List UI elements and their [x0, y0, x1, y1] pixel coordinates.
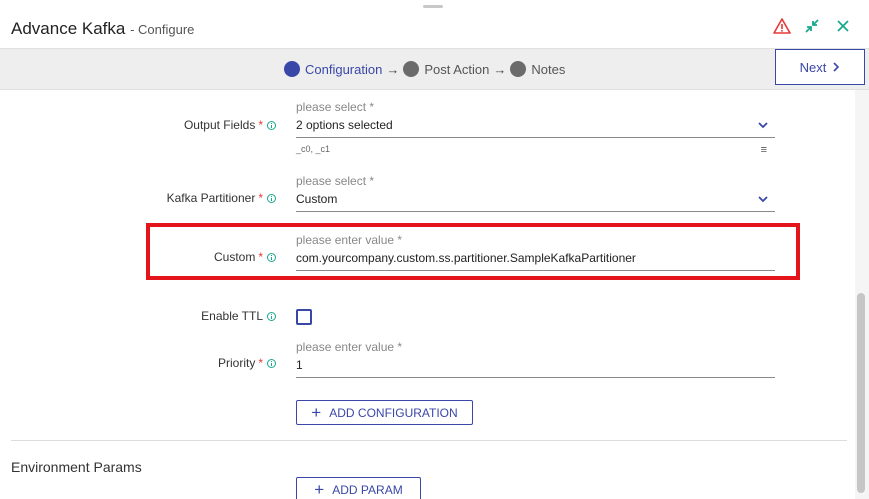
chevron-right-icon: [833, 62, 840, 72]
output-fields-label-text: Output Fields: [183, 118, 256, 132]
output-fields-hint: _c0, _c1: [296, 144, 331, 154]
next-label: Next: [799, 59, 827, 75]
priority-label: Priority *: [16, 356, 276, 370]
custom-label-text: Custom: [213, 250, 256, 264]
step-dot-notes: [510, 61, 527, 77]
title-text: Advance Kafka: [11, 19, 126, 38]
environment-params-title: Environment Params: [11, 459, 142, 475]
add-configuration-button[interactable]: + ADD CONFIGURATION: [296, 400, 473, 425]
output-fields-value-row[interactable]: 2 options selected: [296, 118, 775, 138]
priority-value[interactable]: 1: [296, 358, 775, 378]
step-arrow: →: [386, 61, 400, 77]
custom-placeholder: please enter value *: [296, 233, 403, 247]
add-param-label: ADD PARAM: [332, 482, 403, 497]
close-icon[interactable]: [834, 17, 852, 35]
plus-icon: +: [314, 479, 325, 499]
step-configuration[interactable]: Configuration: [305, 62, 382, 77]
kafka-partitioner-label-text: Kafka Partitioner: [166, 191, 256, 205]
kafka-partitioner-value: Custom: [296, 192, 338, 206]
chevron-down-icon[interactable]: [757, 193, 769, 205]
dialog-title: Advance Kafka - Configure: [11, 19, 194, 39]
next-button[interactable]: Next: [775, 49, 865, 85]
priority-input[interactable]: please enter value * 1: [296, 340, 775, 378]
step-post-action[interactable]: Post Action: [424, 62, 489, 77]
output-fields-placeholder: please select *: [296, 100, 375, 114]
collapse-icon[interactable]: [803, 17, 821, 35]
custom-label: Custom *: [16, 250, 276, 264]
step-notes[interactable]: Notes: [531, 62, 565, 77]
output-fields-hint-row: _c0, _c1 ≡: [296, 144, 775, 156]
scrollbar-thumb[interactable]: [857, 293, 865, 493]
step-arrow: →: [493, 61, 507, 77]
priority-placeholder: please enter value *: [296, 340, 403, 354]
kafka-partitioner-label: Kafka Partitioner *: [16, 191, 276, 205]
subtitle-text: - Configure: [130, 22, 195, 37]
plus-icon: +: [311, 402, 322, 422]
add-param-button[interactable]: + ADD PARAM: [296, 477, 421, 499]
enable-ttl-checkbox[interactable]: [296, 309, 312, 325]
kafka-partitioner-value-row[interactable]: Custom: [296, 192, 775, 212]
warning-icon[interactable]: [773, 17, 791, 35]
info-icon[interactable]: [267, 194, 276, 203]
step-dot-configuration: [284, 61, 300, 77]
chevron-down-icon[interactable]: [757, 119, 769, 131]
required-mark: *: [258, 118, 263, 132]
stepper-bar: Configuration → Post Action → Notes: [0, 48, 869, 90]
priority-label-text: Priority: [217, 356, 256, 370]
enable-ttl-label-text: Enable TTL: [201, 309, 263, 323]
info-icon[interactable]: [267, 253, 276, 262]
stepper: Configuration → Post Action → Notes: [284, 61, 565, 77]
required-mark: *: [258, 356, 263, 370]
info-icon[interactable]: [267, 312, 276, 321]
output-fields-select[interactable]: please select * 2 options selected: [296, 100, 775, 138]
section-divider: [11, 440, 847, 441]
enable-ttl-label: Enable TTL: [16, 309, 276, 323]
output-fields-value: 2 options selected: [296, 118, 393, 132]
custom-input[interactable]: please enter value * com.yourcompany.cus…: [296, 233, 775, 271]
kafka-partitioner-placeholder: please select *: [296, 174, 375, 188]
output-fields-label: Output Fields *: [16, 118, 276, 132]
list-icon[interactable]: ≡: [761, 144, 767, 156]
required-mark: *: [258, 250, 263, 264]
custom-value[interactable]: com.yourcompany.custom.ss.partitioner.Sa…: [296, 251, 775, 271]
info-icon[interactable]: [267, 359, 276, 368]
info-icon[interactable]: [267, 121, 276, 130]
kafka-partitioner-select[interactable]: please select * Custom: [296, 174, 775, 212]
dialog-header: Advance Kafka - Configure: [0, 0, 869, 48]
add-configuration-label: ADD CONFIGURATION: [329, 405, 458, 420]
step-dot-post-action: [403, 61, 420, 77]
required-mark: *: [258, 191, 263, 205]
